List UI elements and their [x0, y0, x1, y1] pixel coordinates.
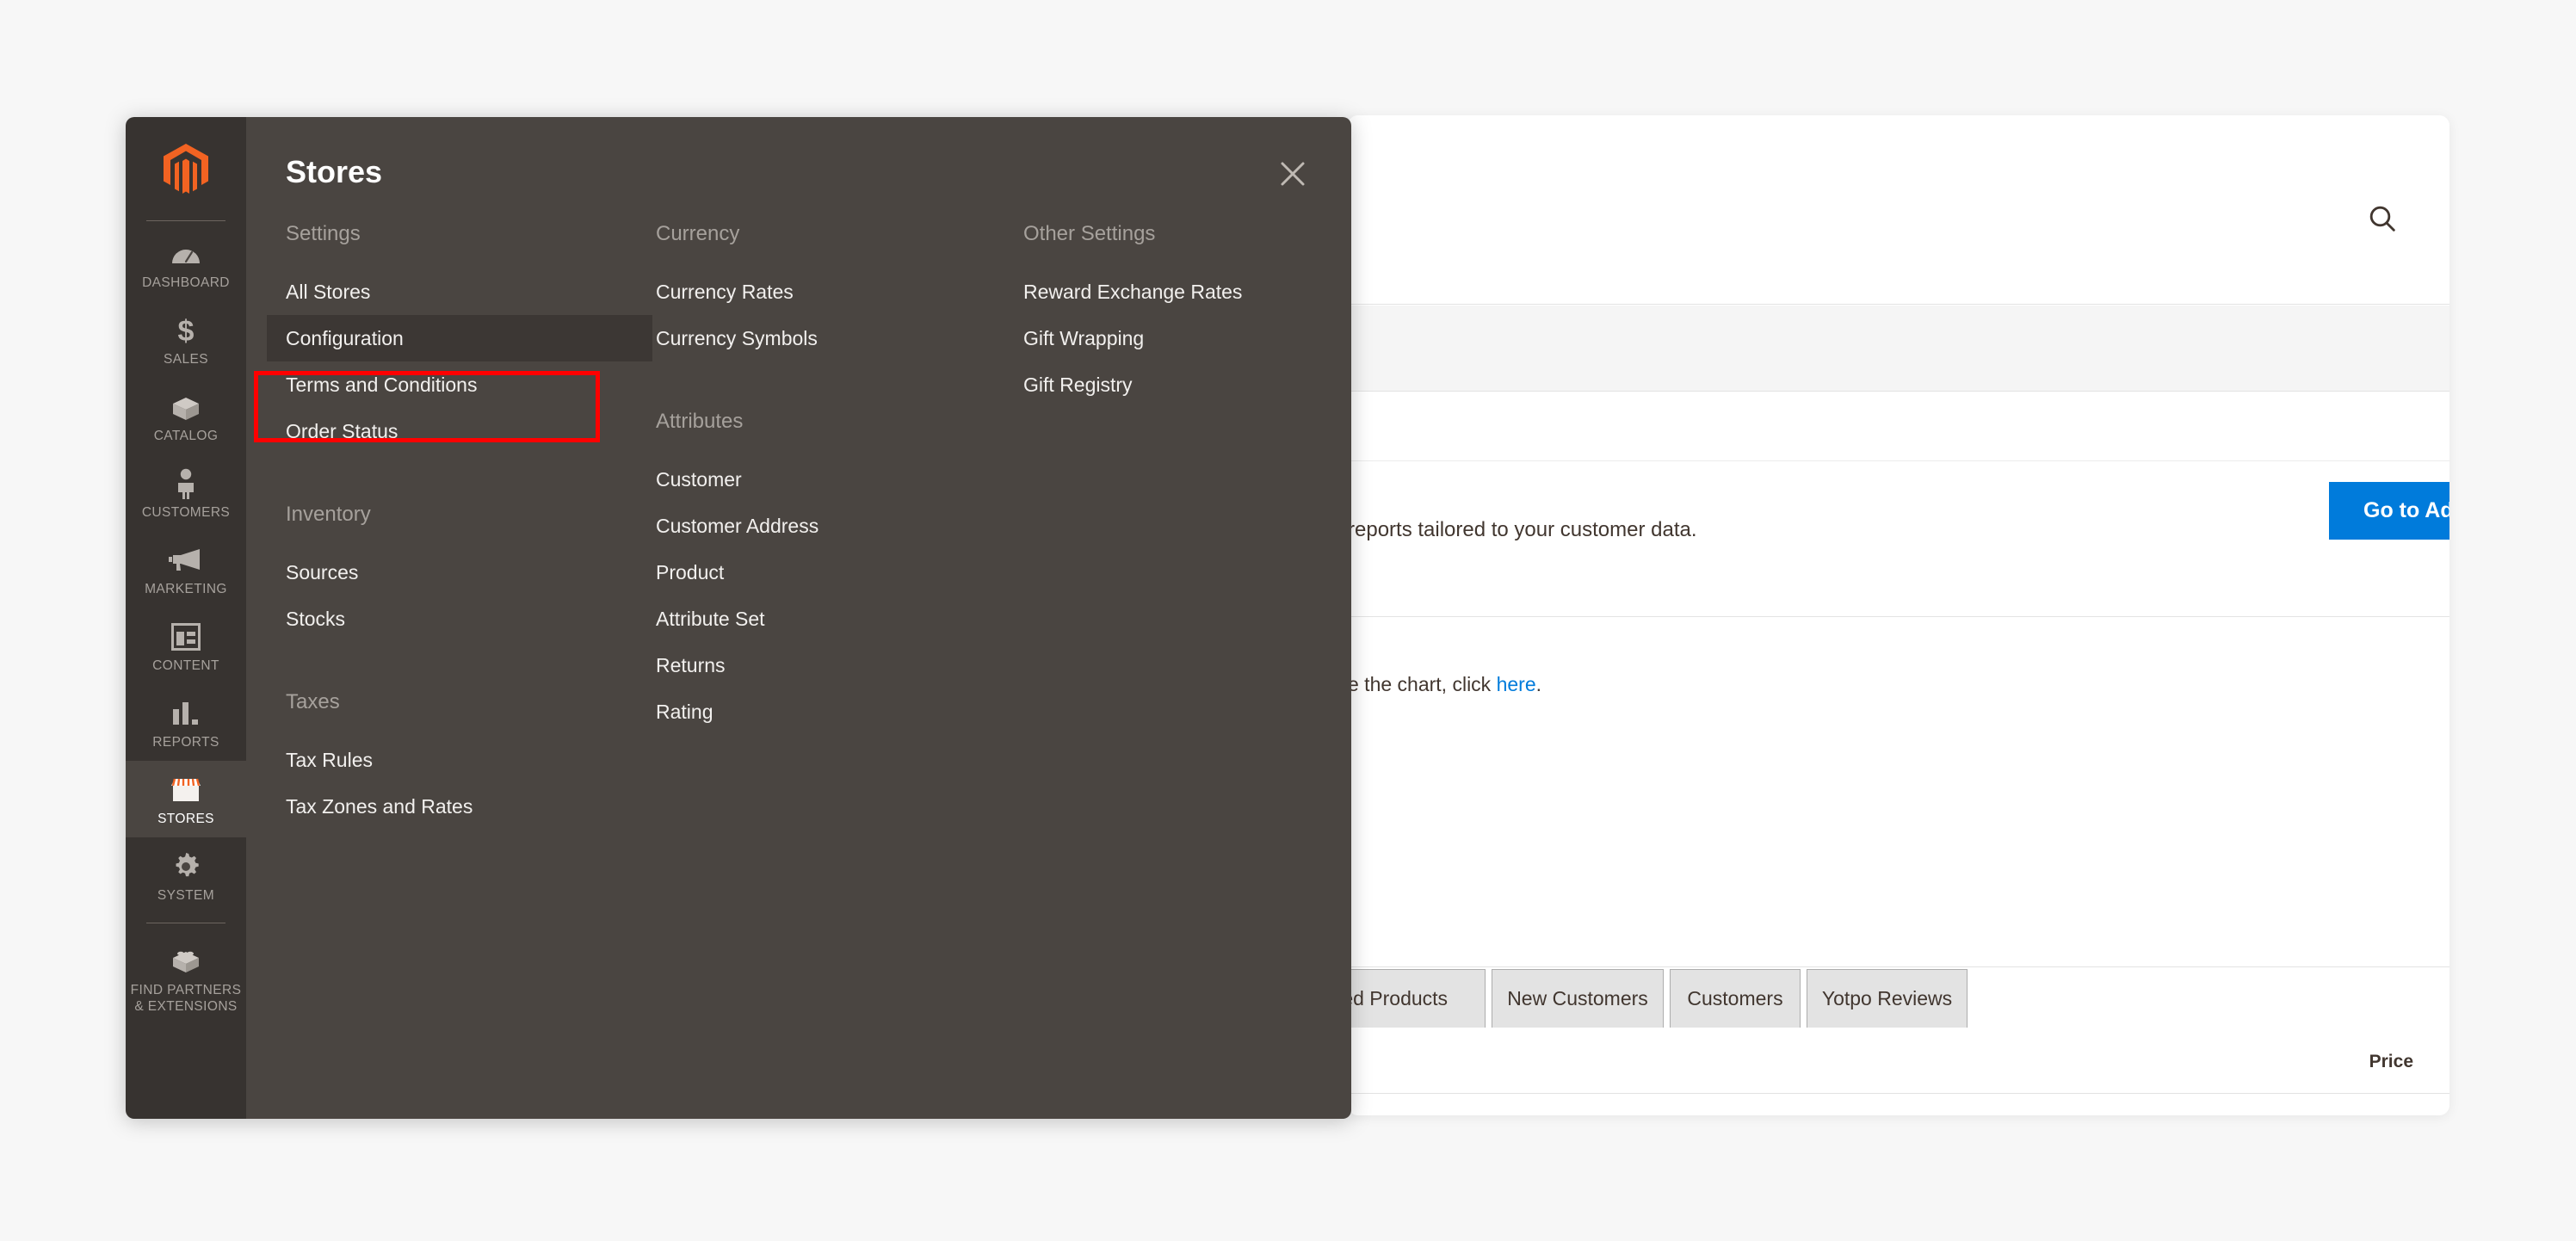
dashboard-card: reports tailored to your customer data. …: [1348, 115, 2449, 1115]
advanced-reporting-section: reports tailored to your customer data. …: [1348, 462, 2449, 617]
menu-item-currency-rates[interactable]: Currency Rates: [656, 269, 1026, 315]
tab-yotpo-reviews[interactable]: Yotpo Reviews: [1807, 969, 1968, 1028]
chart-note-link[interactable]: here: [1497, 673, 1536, 695]
extensions-icon: [126, 944, 246, 979]
sidebar-item-label: CATALOG: [153, 429, 219, 443]
close-icon[interactable]: [1274, 155, 1312, 193]
sidebar-item-catalog[interactable]: CATALOG: [126, 378, 246, 454]
sidebar-divider: [146, 220, 225, 221]
menu-item-reward-exchange-rates[interactable]: Reward Exchange Rates: [1023, 269, 1351, 315]
sidebar-item-content[interactable]: CONTENT: [126, 608, 246, 684]
person-icon: [126, 466, 246, 501]
sidebar-item-label: DASHBOARD: [142, 275, 230, 290]
tab-most-viewed-products[interactable]: ewed Products: [1348, 969, 1486, 1028]
storefront-icon: [126, 773, 246, 807]
table-row[interactable]: $22.00: [1348, 1094, 2449, 1115]
menu-item-stocks[interactable]: Stocks: [286, 596, 656, 642]
product-table: Price $22.00 $45.00: [1348, 1029, 2449, 1115]
tab-label: ewed Products: [1348, 987, 1449, 1009]
tab-label: New Customers: [1507, 987, 1648, 1009]
dollar-icon: $: [126, 313, 246, 348]
bar-chart-icon: [126, 696, 246, 731]
sidebar-item-marketing[interactable]: MARKETING: [126, 531, 246, 608]
menu-item-sources[interactable]: Sources: [286, 549, 656, 596]
sidebar-item-label: SYSTEM: [157, 888, 215, 903]
menu-item-customer[interactable]: Customer: [656, 456, 1026, 503]
gear-icon: [126, 849, 246, 884]
tab-new-customers[interactable]: New Customers: [1492, 969, 1664, 1028]
menu-item-rating[interactable]: Rating: [656, 688, 1026, 735]
column-header-price: Price: [2369, 1052, 2413, 1071]
sidebar-item-label: REPORTS: [152, 735, 219, 750]
sidebar-item-stores[interactable]: STORES: [126, 761, 246, 837]
menu-group-title: Taxes: [286, 690, 340, 713]
sidebar-item-reports[interactable]: REPORTS: [126, 684, 246, 761]
chart-note: e the chart, click here.: [1348, 673, 1541, 696]
menu-column-settings: Settings All Stores Configuration Terms …: [267, 212, 656, 847]
sidebar-item-sales[interactable]: $ SALES: [126, 301, 246, 378]
menu-group-title: Inventory: [286, 503, 371, 526]
search-strip: [1348, 115, 2449, 305]
menu-group-title: Settings: [286, 222, 361, 245]
menu-column-currency-attributes: Currency Currency Rates Currency Symbols…: [656, 212, 1026, 752]
sidebar-item-find-partners-extensions[interactable]: FIND PARTNERS & EXTENSIONS: [126, 932, 246, 1025]
menu-group-title: Currency: [656, 222, 740, 245]
menu-item-gift-registry[interactable]: Gift Registry: [1023, 361, 1351, 408]
sidebar-item-label: MARKETING: [145, 582, 227, 596]
tab-label: Customers: [1687, 987, 1783, 1009]
advanced-reporting-description: reports tailored to your customer data.: [1348, 518, 1697, 541]
menu-group-title: Other Settings: [1023, 222, 1156, 245]
menu-group: Settings All Stores Configuration Terms …: [267, 212, 656, 454]
content-strip: [1348, 392, 2449, 461]
magento-logo[interactable]: [126, 117, 246, 220]
sidebar-item-label: CUSTOMERS: [141, 505, 231, 520]
search-icon[interactable]: [2365, 201, 2400, 236]
tab-customers[interactable]: Customers: [1670, 969, 1801, 1028]
menu-item-terms-and-conditions[interactable]: Terms and Conditions: [286, 361, 656, 408]
svg-text:$: $: [178, 315, 195, 346]
tab-label: Yotpo Reviews: [1821, 987, 1953, 1009]
sidebar-item-label: FIND PARTNERS & EXTENSIONS: [130, 983, 242, 1014]
megaphone-icon: [126, 543, 246, 577]
box-icon: [126, 390, 246, 424]
menu-group: Inventory Sources Stocks: [286, 492, 656, 642]
admin-menu-overlay: DASHBOARD $ SALES CATALOG CUSTOMERS MARK…: [126, 117, 1351, 1119]
sidebar-item-label: CONTENT: [152, 658, 219, 673]
menu-item-customer-address[interactable]: Customer Address: [656, 503, 1026, 549]
sidebar-item-dashboard[interactable]: DASHBOARD: [126, 225, 246, 301]
menu-group: Taxes Tax Rules Tax Zones and Rates: [286, 680, 656, 830]
layout-icon: [126, 620, 246, 654]
magento-logo-icon: [164, 144, 208, 194]
chart-note-suffix: .: [1535, 673, 1542, 695]
stores-menu-flyout: Stores Settings All Stores Configuration…: [246, 117, 1351, 1119]
chart-section: e the chart, click here. Tax $0.00 Shipp…: [1348, 618, 2449, 967]
admin-sidebar: DASHBOARD $ SALES CATALOG CUSTOMERS MARK…: [126, 117, 246, 1119]
dashboard-tabs: ewed Products New Customers Customers Yo…: [1348, 969, 2449, 1031]
menu-group: Currency Currency Rates Currency Symbols: [656, 212, 1026, 361]
page-toolbar-strip: [1348, 306, 2449, 392]
sidebar-item-label: SALES: [164, 352, 208, 367]
menu-item-tax-zones-and-rates[interactable]: Tax Zones and Rates: [286, 783, 656, 830]
sidebar-item-label: STORES: [158, 812, 214, 826]
menu-item-all-stores[interactable]: All Stores: [286, 269, 656, 315]
menu-item-configuration[interactable]: Configuration: [267, 315, 652, 361]
menu-item-returns[interactable]: Returns: [656, 642, 1026, 688]
menu-group: Other Settings Reward Exchange Rates Gif…: [1023, 212, 1351, 408]
sidebar-item-system[interactable]: SYSTEM: [126, 837, 246, 914]
go-to-advanced-reporting-button[interactable]: Go to Adv: [2329, 482, 2449, 540]
menu-column-other-settings: Other Settings Reward Exchange Rates Gif…: [1023, 212, 1351, 425]
menu-item-gift-wrapping[interactable]: Gift Wrapping: [1023, 315, 1351, 361]
sidebar-item-customers[interactable]: CUSTOMERS: [126, 454, 246, 531]
menu-group-title: Attributes: [656, 410, 744, 433]
menu-item-product[interactable]: Product: [656, 549, 1026, 596]
menu-item-currency-symbols[interactable]: Currency Symbols: [656, 315, 1026, 361]
menu-group: Attributes Customer Customer Address Pro…: [656, 399, 1026, 735]
menu-item-order-status[interactable]: Order Status: [286, 408, 656, 454]
dashboard-icon: [126, 237, 246, 271]
menu-item-tax-rules[interactable]: Tax Rules: [286, 737, 656, 783]
table-header-row: Price: [1348, 1029, 2449, 1094]
chart-note-prefix: e the chart, click: [1348, 673, 1497, 695]
page-title: Stores: [286, 154, 383, 189]
menu-item-attribute-set[interactable]: Attribute Set: [656, 596, 1026, 642]
